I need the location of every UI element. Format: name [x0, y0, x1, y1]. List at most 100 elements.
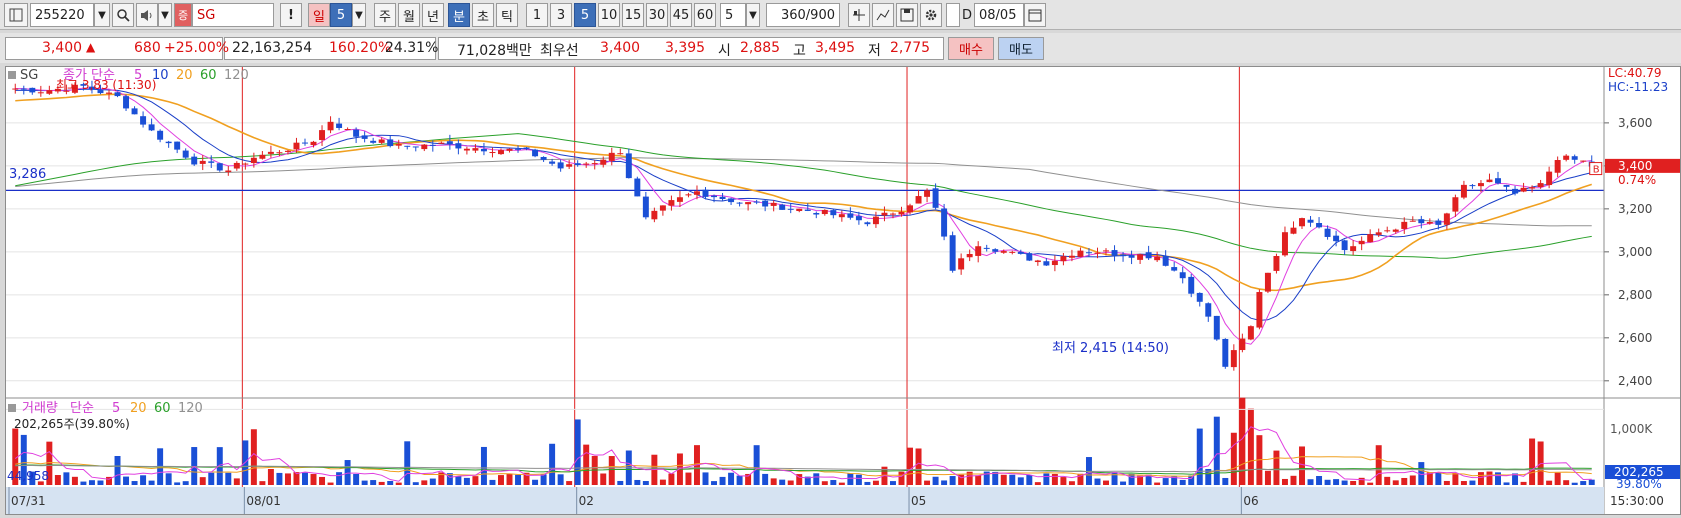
candle [336, 123, 343, 128]
volume-bar [1460, 481, 1467, 485]
volume-bar [1034, 482, 1041, 485]
interval-60-button[interactable]: 60 [694, 3, 716, 27]
candle [1111, 250, 1118, 256]
candle [557, 162, 564, 169]
vol-legend-ma60: 60 [154, 401, 171, 416]
candle [693, 191, 700, 195]
volume-bar [165, 473, 172, 485]
up-arrow-icon: ▲ [86, 40, 96, 54]
volume-bar [97, 480, 104, 485]
volume-bar [1341, 480, 1348, 485]
candle [1051, 260, 1058, 266]
volume-bar [174, 482, 181, 485]
volume-bar [1529, 438, 1536, 485]
candle [191, 156, 198, 165]
candle [140, 116, 147, 125]
candle [711, 195, 718, 198]
candle [1179, 272, 1186, 279]
speaker-icon[interactable] [136, 3, 158, 27]
volume-bar [480, 446, 487, 485]
interval-3-button[interactable]: 3 [550, 3, 572, 27]
candle [532, 149, 539, 157]
trend-tool-icon[interactable] [872, 3, 894, 27]
volume-bar [182, 481, 189, 485]
volume-bar [1009, 474, 1016, 485]
save-icon[interactable] [896, 3, 918, 27]
count-dropdown-icon[interactable]: ▼ [746, 3, 760, 27]
volume-bar [1520, 481, 1527, 485]
volume-bar [370, 480, 377, 485]
crosshair-icon[interactable] [848, 3, 870, 27]
period-month-button[interactable]: 월 [398, 3, 420, 27]
candle [898, 211, 905, 215]
date-checkbox[interactable] [946, 3, 960, 27]
candle [1043, 261, 1050, 266]
candle [1230, 350, 1237, 368]
interval-10-button[interactable]: 10 [598, 3, 620, 27]
volume-bar [1179, 479, 1186, 485]
speaker-dropdown-icon[interactable]: ▼ [158, 3, 172, 27]
chart-area[interactable]: 2,400 2,600 2,800 3,000 3,200 3,400 3,600 07/3… [5, 66, 1681, 515]
layout-icon[interactable] [4, 3, 28, 27]
period-second-button[interactable]: 초 [472, 3, 494, 27]
gear-icon[interactable] [920, 3, 942, 27]
volume-bar [1409, 475, 1416, 485]
volume-bar [753, 445, 760, 485]
candle [813, 213, 820, 215]
period-day-button[interactable]: 일 [308, 3, 330, 27]
candle [728, 198, 735, 203]
interval-45-button[interactable]: 45 [670, 3, 692, 27]
count-display[interactable]: 360/900 [766, 3, 840, 27]
candle [148, 124, 155, 131]
period-dropdown-icon[interactable]: ▼ [352, 3, 366, 27]
candle [523, 147, 530, 149]
interval-30-button[interactable]: 30 [646, 3, 668, 27]
vol-axis-label: 1,000K [1610, 422, 1653, 436]
candle [838, 214, 845, 218]
stock-code-input[interactable]: 255220 [30, 3, 94, 27]
period-minute-button[interactable]: 분 [448, 3, 470, 27]
candle [668, 200, 675, 206]
code-dropdown-icon[interactable]: ▼ [94, 3, 110, 27]
date-input[interactable]: 08/05 [974, 3, 1024, 27]
candle [1256, 292, 1263, 328]
candle [1580, 160, 1587, 162]
interval-15-button[interactable]: 15 [622, 3, 644, 27]
volume-bar [1392, 480, 1399, 485]
interval-5-button[interactable]: 5 [574, 3, 596, 27]
search-icon[interactable] [112, 3, 134, 27]
candle [421, 144, 428, 150]
alert-button[interactable]: ! [280, 3, 302, 27]
current-price: 3,400 [42, 40, 83, 56]
volume-bar [140, 475, 147, 485]
candle [787, 208, 794, 210]
count-select[interactable]: 5 [720, 3, 746, 27]
candle [480, 149, 487, 152]
volume-bar [114, 456, 121, 485]
candle [1077, 250, 1084, 257]
volume-bar [1043, 473, 1050, 485]
buy-button[interactable]: 매수 [948, 37, 994, 60]
chart-svg[interactable]: 2,400 2,600 2,800 3,000 3,200 3,400 3,600 07/3… [6, 66, 1680, 514]
candle [566, 164, 573, 167]
period-num-button[interactable]: 5 [330, 3, 352, 27]
interval-1-button[interactable]: 1 [526, 3, 548, 27]
volume-bar [855, 474, 862, 485]
stock-name-field[interactable]: SG [192, 3, 274, 27]
period-week-button[interactable]: 주 [374, 3, 396, 27]
candle [881, 212, 888, 216]
candle [1495, 178, 1501, 184]
sell-button[interactable]: 매도 [998, 37, 1044, 60]
price-tick-label: 2,800 [1618, 288, 1652, 302]
candle [830, 210, 837, 216]
price-axis: 2,400 2,600 2,800 3,000 3,200 3,400 3,600 [1604, 116, 1652, 388]
calendar-icon[interactable] [1024, 3, 1046, 27]
candle [412, 146, 419, 148]
period-year-button[interactable]: 년 [422, 3, 444, 27]
volume-bar [1111, 472, 1118, 485]
candle [676, 197, 683, 202]
vol-legend-ma5: 5 [112, 401, 120, 416]
candle [515, 148, 522, 150]
candle [463, 148, 470, 151]
period-tick-button[interactable]: 틱 [496, 3, 518, 27]
